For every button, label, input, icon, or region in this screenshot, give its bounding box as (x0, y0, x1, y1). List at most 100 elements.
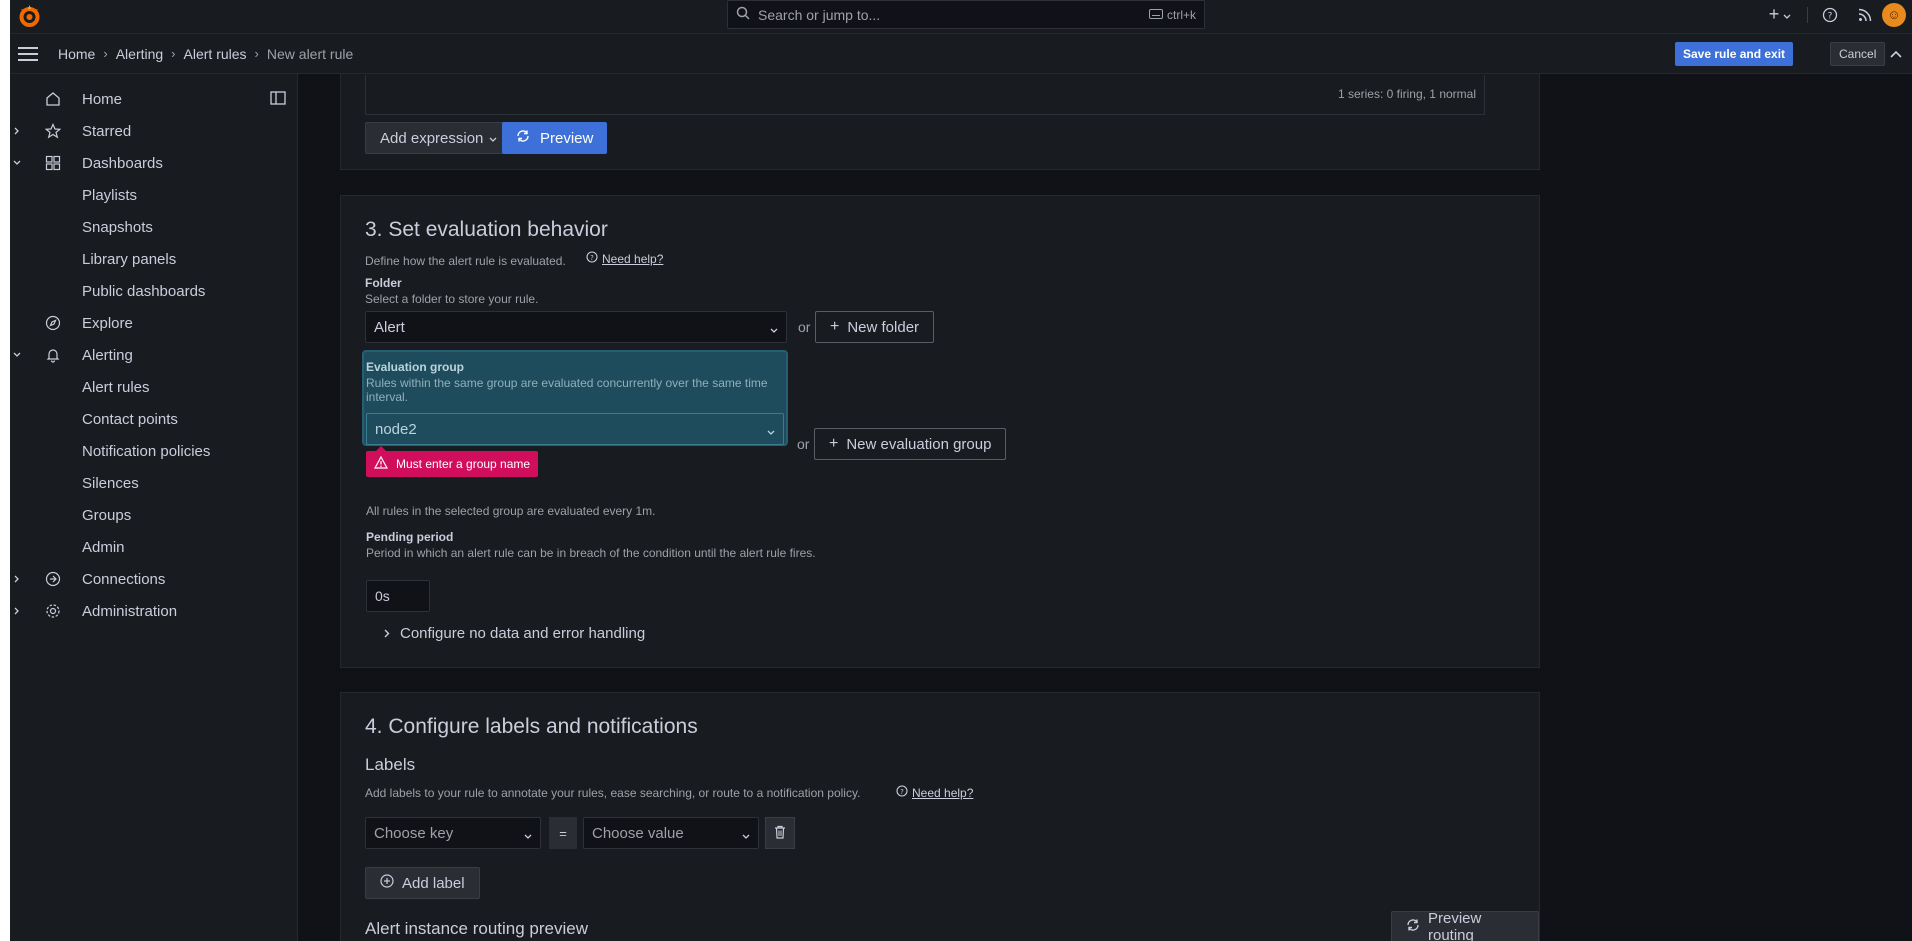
preview-label: Preview (540, 129, 594, 147)
preview-button[interactable]: Preview (502, 122, 608, 154)
sidebar-item-label: Notification policies (82, 442, 211, 460)
evaluation-group-label: Evaluation group (366, 360, 465, 374)
breadcrumb-alert-rules[interactable]: Alert rules (184, 46, 247, 62)
sidebar-item-alerting[interactable]: Alerting (10, 339, 297, 371)
add-expression-label: Add expression (380, 129, 484, 147)
search-shortcut: ctrl+k (1148, 8, 1196, 22)
chevron-right-icon: › (171, 46, 176, 61)
sidebar-item-label: Administration (82, 602, 178, 620)
chevron-right-icon[interactable] (10, 607, 24, 615)
chevron-up-icon[interactable] (1886, 44, 1906, 64)
preview-routing-button[interactable]: Preview routing (1391, 910, 1539, 941)
search-placeholder: Search or jump to... (758, 6, 881, 23)
need-help-link[interactable]: ? Need help? (896, 785, 973, 800)
error-text: Must enter a group name (396, 457, 531, 471)
sidebar-item-connections[interactable]: Connections (10, 563, 297, 595)
new-menu-button[interactable]: + (1758, 4, 1802, 25)
warning-icon (373, 455, 389, 472)
grafana-logo-icon[interactable] (16, 3, 43, 30)
series-info-text: 1 series: 0 firing, 1 normal (1337, 87, 1476, 101)
no-data-error-toggle[interactable]: Configure no data and error handling (384, 625, 645, 642)
breadcrumb-current: New alert rule (266, 45, 354, 62)
routing-preview-heading: Alert instance routing preview (365, 919, 589, 938)
help-icon[interactable]: ? (1812, 7, 1848, 23)
user-avatar[interactable]: ☺ (1882, 2, 1906, 27)
sidebar-item-explore[interactable]: Explore (10, 307, 297, 339)
chevron-right-icon (384, 625, 390, 642)
evaluation-group-select[interactable]: node2 (366, 413, 784, 445)
svg-text:?: ? (900, 788, 904, 796)
add-expression-button[interactable]: Add expression (365, 122, 513, 154)
plus-circle-icon (380, 874, 394, 892)
group-name-error: Must enter a group name (366, 446, 539, 477)
avatar-glyph: ☺ (1887, 7, 1901, 22)
sidebar-item-snapshots[interactable]: Snapshots (10, 211, 297, 243)
sidebar-item-label: Groups (82, 506, 132, 524)
sidebar-item-notification-policies[interactable]: Notification policies (10, 435, 297, 467)
search-input[interactable]: Search or jump to... ctrl+k (727, 0, 1205, 29)
chevron-down-icon (767, 423, 775, 440)
sidebar-item-label: Contact points (82, 410, 178, 428)
rss-news-icon[interactable] (1848, 8, 1882, 22)
labels-heading: Labels (365, 755, 416, 774)
section-title: 4. Configure labels and notifications (365, 715, 698, 738)
sidebar-item-silences[interactable]: Silences (10, 467, 297, 499)
main-content: 1 series: 0 firing, 1 normal Add express… (298, 74, 1912, 941)
chevron-down-icon[interactable] (10, 352, 24, 358)
sidebar-item-label: Dashboards (82, 154, 163, 172)
compass-icon (44, 314, 62, 332)
add-label-button[interactable]: Add label (365, 867, 480, 899)
breadcrumb-bar: Home › Alerting › Alert rules › New aler… (10, 34, 1912, 74)
sidebar-item-starred[interactable]: Starred (10, 115, 297, 147)
sidebar-item-public-dashboards[interactable]: Public dashboards (10, 275, 297, 307)
chevron-down-icon (524, 827, 532, 844)
save-rule-and-exit-button[interactable]: Save rule and exit (1675, 42, 1794, 66)
cancel-button[interactable]: Cancel (1830, 42, 1886, 66)
pending-period-description: Period in which an alert rule can be in … (366, 546, 816, 560)
chevron-right-icon[interactable] (10, 127, 24, 135)
chevron-right-icon[interactable] (10, 575, 24, 583)
chevron-right-icon: › (254, 46, 259, 61)
sync-icon (516, 129, 530, 147)
sidebar-item-dashboards[interactable]: Dashboards (10, 147, 297, 179)
label-value-select[interactable]: Choose value (583, 817, 759, 849)
sidebar-item-groups[interactable]: Groups (10, 499, 297, 531)
sidebar-item-library-panels[interactable]: Library panels (10, 243, 297, 275)
pending-period-input[interactable]: 0s (366, 580, 430, 612)
chevron-down-icon[interactable] (10, 160, 24, 166)
no-data-error-label: Configure no data and error handling (400, 625, 646, 642)
need-help-link[interactable]: ? Need help? (586, 251, 663, 266)
breadcrumb-alerting[interactable]: Alerting (116, 46, 163, 62)
sidebar-item-playlists[interactable]: Playlists (10, 179, 297, 211)
sidebar-item-administration[interactable]: Administration (10, 595, 297, 627)
delete-label-button[interactable] (765, 817, 795, 849)
sidebar-item-label: Snapshots (82, 218, 153, 236)
search-icon (736, 6, 750, 23)
svg-text:?: ? (590, 254, 594, 262)
sidebar-item-label: Home (82, 90, 123, 108)
sidebar-item-contact-points[interactable]: Contact points (10, 403, 297, 435)
help-circle-icon: ? (896, 785, 908, 800)
folder-select[interactable]: Alert (365, 311, 787, 343)
new-folder-button[interactable]: + New folder (815, 311, 935, 343)
sidebar-item-admin[interactable]: Admin (10, 531, 297, 563)
breadcrumb-home[interactable]: Home (58, 46, 95, 62)
chevron-down-icon (1783, 7, 1791, 23)
svg-text:?: ? (1828, 11, 1833, 21)
preview-routing-label: Preview routing (1428, 910, 1482, 941)
section-description: Define how the alert rule is evaluated. (365, 254, 566, 268)
label-key-select[interactable]: Choose key (365, 817, 541, 849)
pending-period-label: Pending period (366, 530, 454, 544)
sidebar-item-home[interactable]: Home (10, 83, 297, 115)
need-help-label: Need help? (912, 785, 974, 800)
sidebar-item-label: Explore (82, 314, 133, 332)
menu-toggle-icon[interactable] (16, 42, 40, 66)
dashboards-grid-icon (44, 154, 62, 172)
bell-icon (44, 346, 62, 364)
evaluation-group-highlight: Evaluation group Rules within the same g… (362, 350, 788, 446)
new-folder-label: New folder (847, 318, 920, 336)
new-evaluation-group-button[interactable]: + New evaluation group (814, 428, 1007, 460)
labels-description: Add labels to your rule to annotate your… (365, 786, 861, 800)
sidebar-item-alert-rules[interactable]: Alert rules (10, 371, 297, 403)
connections-icon (44, 570, 62, 588)
